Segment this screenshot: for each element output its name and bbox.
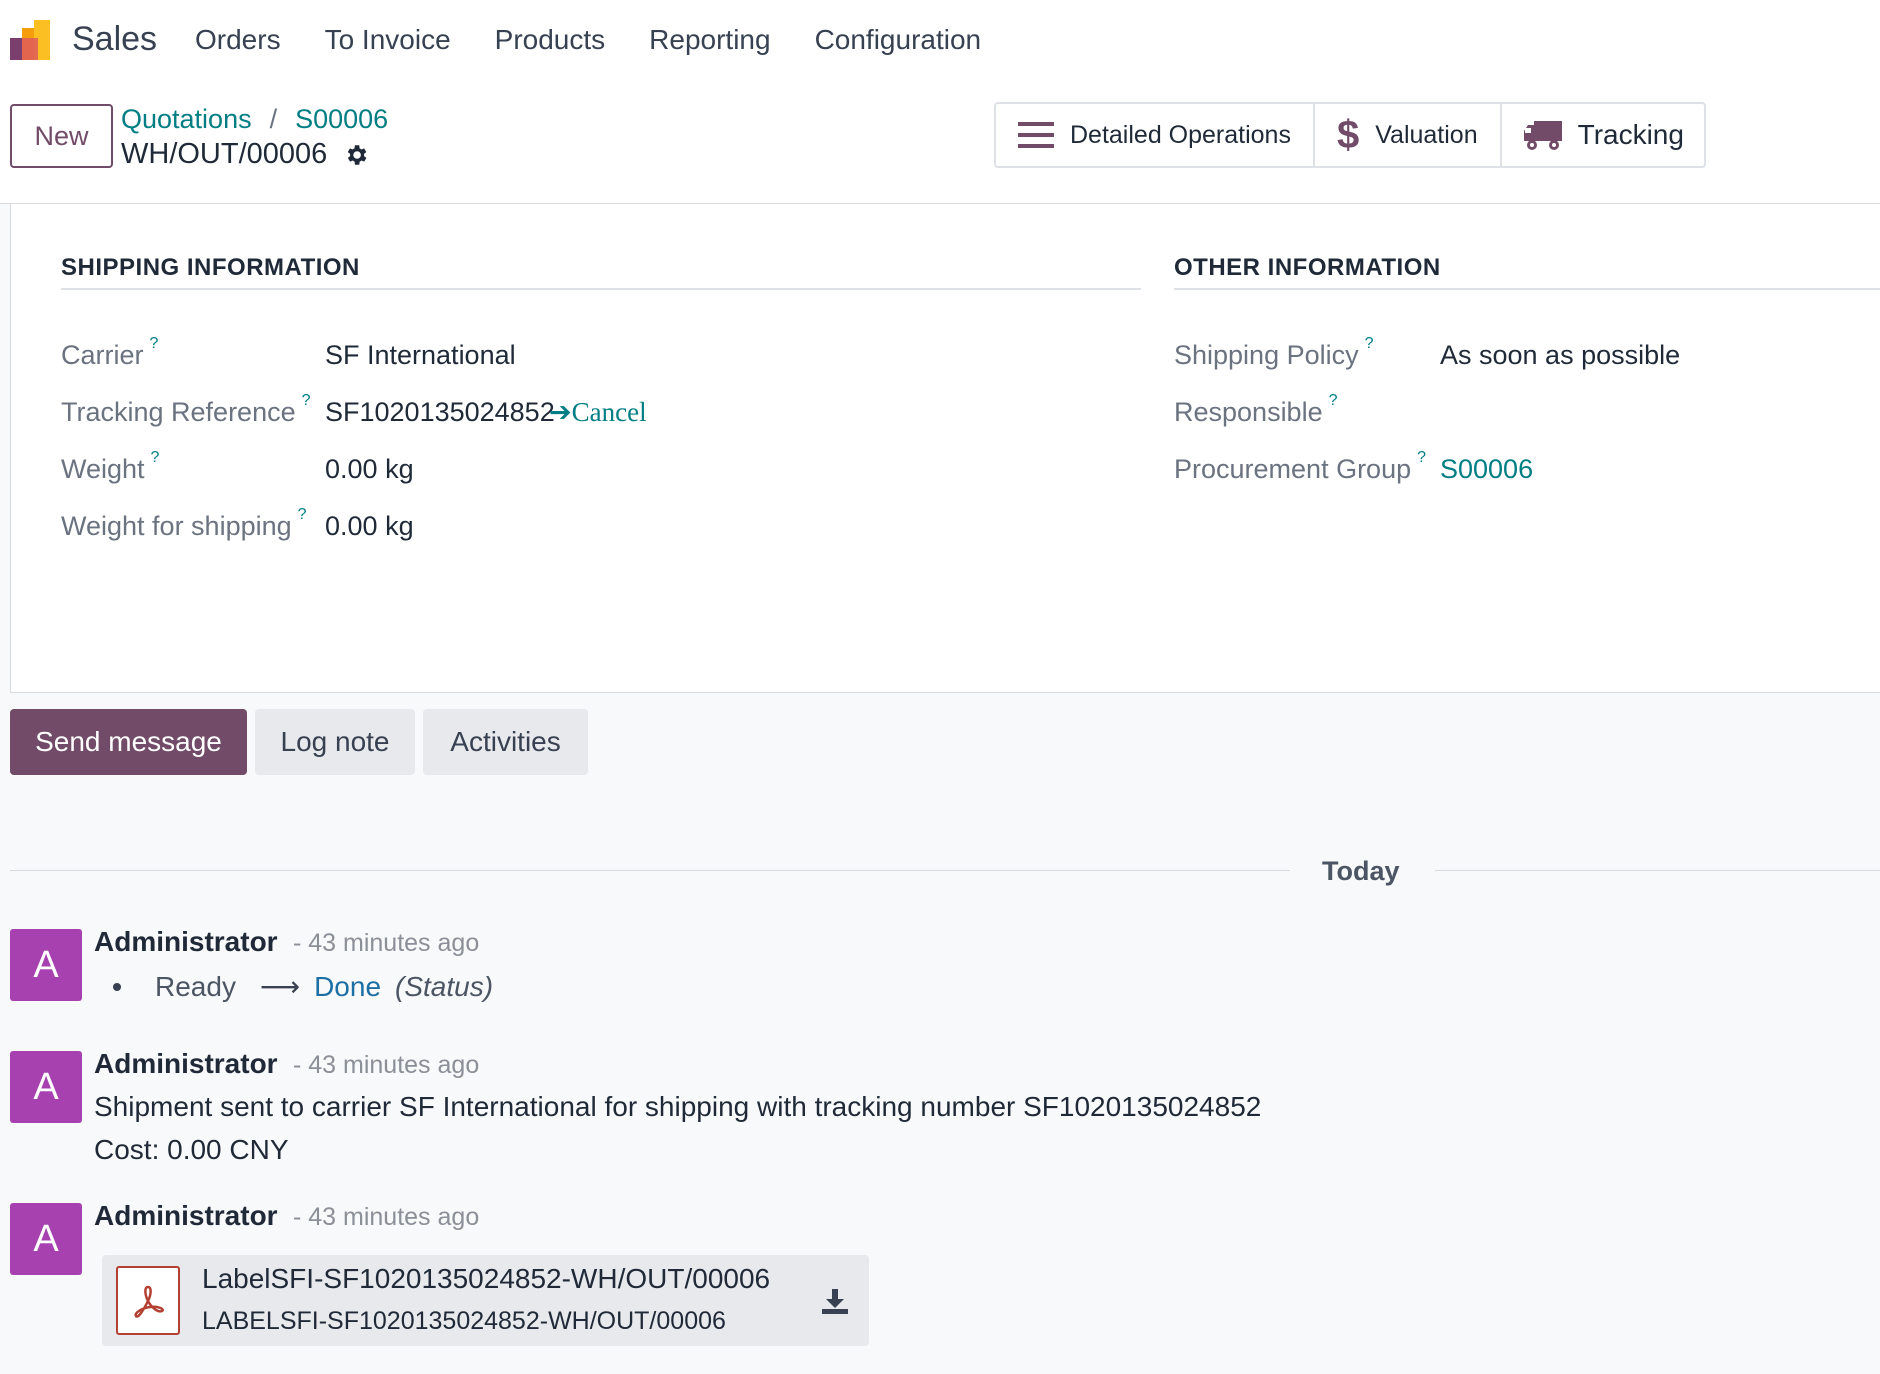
- procurement-group-label: Procurement Group?: [1174, 449, 1427, 484]
- shipping-policy-label: Shipping Policy?: [1174, 335, 1374, 370]
- avatar[interactable]: A: [10, 1051, 82, 1123]
- valuation-label: Valuation: [1375, 120, 1478, 149]
- menu-item-to-invoice[interactable]: To Invoice: [325, 24, 451, 56]
- attachment-name: LabelSFI-SF1020135024852-WH/OUT/00006: [202, 1263, 771, 1294]
- detailed-operations-button[interactable]: Detailed Operations: [996, 104, 1315, 166]
- menu-item-reporting[interactable]: Reporting: [649, 24, 770, 56]
- truck-icon: [1523, 121, 1562, 150]
- breadcrumb: Quotations / S00006: [121, 104, 388, 135]
- tracking-button[interactable]: Tracking: [1502, 104, 1704, 166]
- help-tooltip[interactable]: ?: [302, 392, 311, 409]
- control-panel: New Quotations / S00006 WH/OUT/00006 Det…: [0, 80, 1880, 204]
- weight-for-shipping-label: Weight for shipping?: [61, 506, 307, 541]
- message-time: - 43 minutes ago: [293, 1203, 480, 1231]
- message-author[interactable]: Administrator: [94, 926, 278, 958]
- weight-unit: kg: [385, 454, 414, 484]
- other-information-title: OTHER INFORMATION: [1174, 254, 1441, 281]
- message-author[interactable]: Administrator: [94, 1200, 278, 1232]
- menu-item-products[interactable]: Products: [495, 24, 606, 56]
- list-icon: [1018, 122, 1054, 148]
- dollar-icon: $: [1336, 113, 1360, 157]
- tracking-new-value: Done: [314, 970, 382, 1002]
- arrow-right-icon: ➔: [549, 397, 572, 427]
- help-tooltip[interactable]: ?: [150, 335, 159, 352]
- help-tooltip[interactable]: ?: [1417, 449, 1426, 466]
- record-name: WH/OUT/00006: [121, 138, 328, 170]
- log-note-button[interactable]: Log note: [255, 709, 415, 775]
- main-menu: Orders To Invoice Products Reporting Con…: [195, 24, 981, 56]
- shipping-information-title: SHIPPING INFORMATION: [61, 254, 360, 281]
- weight-for-shipping-unit: kg: [385, 511, 414, 541]
- arrow-right-icon: ⟶: [259, 971, 301, 1002]
- pdf-icon: [116, 1266, 180, 1335]
- breadcrumb-separator: /: [269, 104, 278, 134]
- avatar[interactable]: A: [10, 1203, 82, 1275]
- form-sheet: SHIPPING INFORMATION Carrier? SF Interna…: [10, 204, 1880, 693]
- cancel-tracking-link[interactable]: ➔Cancel: [549, 397, 647, 428]
- weight-value[interactable]: 0.00 kg: [325, 454, 414, 485]
- attachment-card[interactable]: LabelSFI-SF1020135024852-WH/OUT/00006 LA…: [102, 1255, 869, 1346]
- help-tooltip[interactable]: ?: [1329, 392, 1338, 409]
- other-section-divider: [1174, 288, 1880, 290]
- day-separator-line-left: [10, 870, 1290, 871]
- tracking-old-value: Ready: [155, 970, 236, 1002]
- shipping-section-divider: [61, 288, 1141, 290]
- help-tooltip[interactable]: ?: [151, 449, 160, 466]
- send-message-button[interactable]: Send message: [10, 709, 247, 775]
- activities-button[interactable]: Activities: [423, 709, 588, 775]
- attachment-subtitle: LABELSFI-SF1020135024852-WH/OUT/00006: [202, 1307, 726, 1335]
- breadcrumb-quotations[interactable]: Quotations: [121, 104, 252, 135]
- menu-item-orders[interactable]: Orders: [195, 24, 281, 56]
- message-author[interactable]: Administrator: [94, 1048, 278, 1080]
- carrier-value[interactable]: SF International: [325, 340, 516, 371]
- menu-item-configuration[interactable]: Configuration: [815, 24, 982, 56]
- weight-label: Weight?: [61, 449, 160, 484]
- app-name[interactable]: Sales: [72, 20, 157, 59]
- procurement-group-value[interactable]: S00006: [1440, 454, 1533, 485]
- shipping-policy-value[interactable]: As soon as possible: [1440, 340, 1680, 371]
- app-logo-icon[interactable]: [8, 18, 54, 64]
- download-icon[interactable]: [820, 1287, 850, 1315]
- new-button[interactable]: New: [10, 104, 113, 168]
- day-separator-line-right: [1435, 870, 1880, 871]
- avatar[interactable]: A: [10, 929, 82, 1001]
- tracking-field-name: (Status): [395, 970, 494, 1002]
- message-time: - 43 minutes ago: [293, 929, 480, 957]
- help-tooltip[interactable]: ?: [298, 506, 307, 523]
- tracking-value-line: Ready ⟶ Done (Status): [113, 970, 493, 1003]
- help-tooltip[interactable]: ?: [1365, 335, 1374, 352]
- detailed-operations-label: Detailed Operations: [1070, 120, 1291, 149]
- gear-icon[interactable]: [343, 142, 369, 168]
- smart-buttons: Detailed Operations $ Valuation Tracking: [994, 102, 1706, 168]
- message-time: - 43 minutes ago: [293, 1051, 480, 1079]
- weight-for-shipping-value[interactable]: 0.00 kg: [325, 511, 414, 542]
- valuation-button[interactable]: $ Valuation: [1315, 104, 1502, 166]
- carrier-label: Carrier?: [61, 335, 159, 370]
- bullet: [113, 982, 121, 991]
- responsible-label: Responsible?: [1174, 392, 1338, 427]
- day-separator-label: Today: [1322, 856, 1400, 886]
- tracking-reference-label: Tracking Reference?: [61, 392, 311, 427]
- record-title: WH/OUT/00006: [121, 138, 369, 171]
- top-navbar: Sales Orders To Invoice Products Reporti…: [0, 0, 1880, 80]
- tracking-reference-value[interactable]: SF1020135024852: [325, 397, 555, 428]
- breadcrumb-sale-order[interactable]: S00006: [295, 104, 388, 135]
- message-body-line: Shipment sent to carrier SF Internationa…: [94, 1091, 1262, 1122]
- message-body-line: Cost: 0.00 CNY: [94, 1134, 289, 1165]
- tracking-label: Tracking: [1577, 119, 1684, 150]
